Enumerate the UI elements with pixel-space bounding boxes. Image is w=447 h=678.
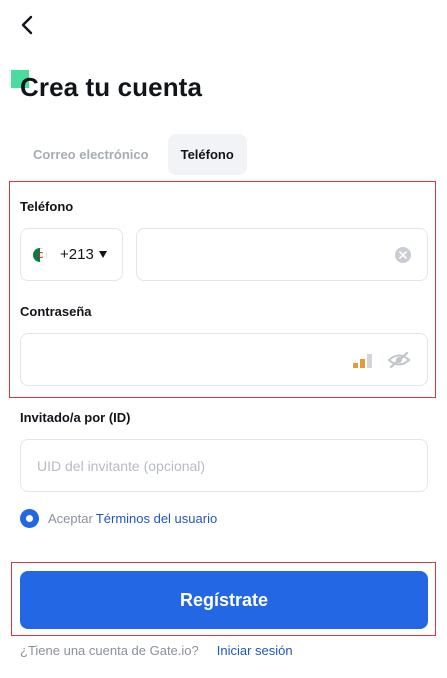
country-code-value: +213 <box>60 246 94 263</box>
login-row: ¿Tiene una cuenta de Gate.io? Iniciar se… <box>20 643 293 658</box>
algeria-flag-icon <box>33 247 47 262</box>
chevron-left-icon <box>21 15 33 35</box>
phone-input[interactable] <box>153 229 356 280</box>
password-field[interactable] <box>20 333 428 386</box>
title-block: Crea tu cuenta <box>11 70 203 103</box>
signup-method-tabs: Correo electrónico Teléfono <box>20 134 247 175</box>
terms-link[interactable]: Términos del usuario <box>96 511 217 526</box>
back-button[interactable] <box>14 12 40 38</box>
terms-prefix: Aceptar <box>48 511 93 526</box>
tab-phone[interactable]: Teléfono <box>167 134 247 175</box>
password-label: Contraseña <box>20 304 92 319</box>
login-prefix: ¿Tiene una cuenta de Gate.io? <box>20 643 199 658</box>
phone-field[interactable] <box>136 228 428 281</box>
invite-field[interactable] <box>20 439 428 492</box>
terms-checkbox[interactable] <box>20 509 39 528</box>
tab-email[interactable]: Correo electrónico <box>20 134 162 175</box>
clear-circle-icon[interactable] <box>395 247 411 263</box>
strength-bars-icon <box>353 354 372 368</box>
eye-off-icon[interactable] <box>387 351 411 369</box>
phone-label: Teléfono <box>20 199 74 214</box>
country-code-select[interactable]: +213 <box>20 228 123 281</box>
password-input[interactable] <box>37 334 322 385</box>
terms-row: Aceptar Términos del usuario <box>20 509 217 528</box>
register-button[interactable]: Regístrate <box>20 571 428 629</box>
login-link[interactable]: Iniciar sesión <box>217 643 293 658</box>
caret-down-icon <box>98 251 107 258</box>
invite-input[interactable] <box>37 440 322 491</box>
invite-label: Invitado/a por (ID) <box>20 410 131 425</box>
page-title: Crea tu cuenta <box>20 72 203 102</box>
